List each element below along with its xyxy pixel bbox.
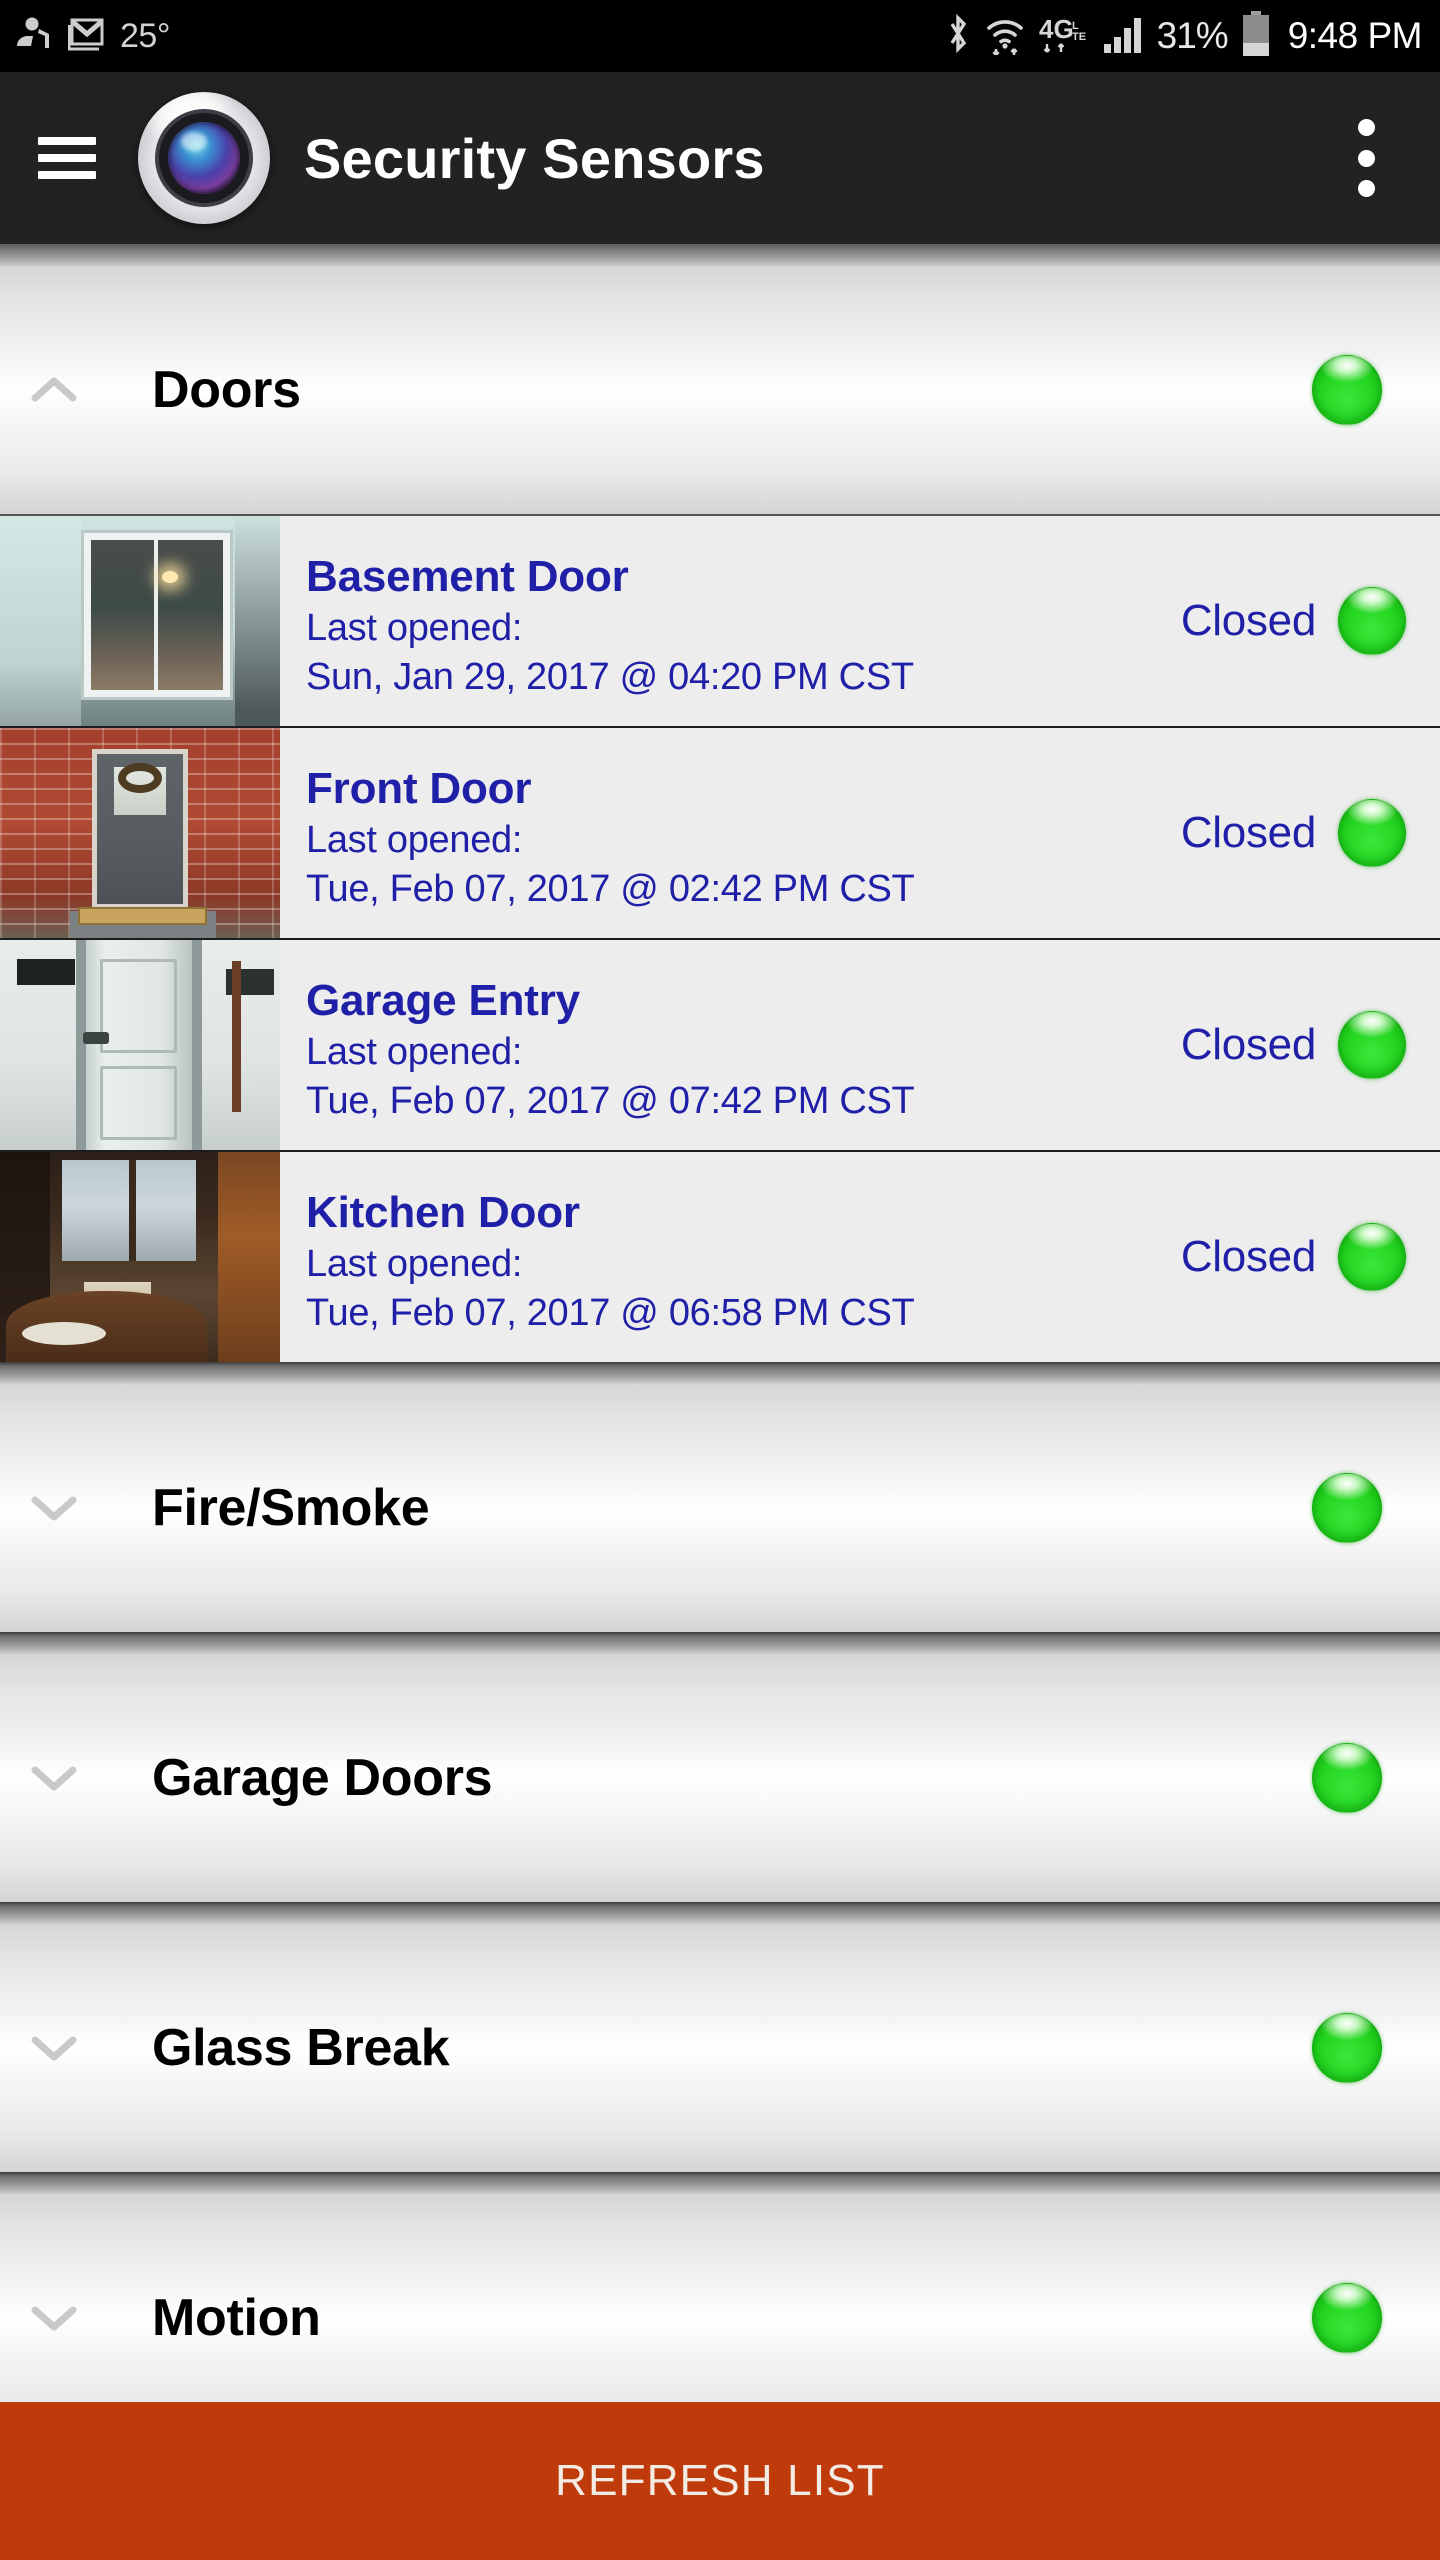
more-vertical-icon[interactable] <box>1338 113 1394 203</box>
status-badge <box>1338 587 1406 655</box>
last-opened-time: Tue, Feb 07, 2017 @ 06:58 PM CST <box>306 1292 915 1335</box>
sensor-name: Basement Door <box>306 551 629 601</box>
list-top-edge <box>0 244 1440 266</box>
section-header-garage-doors[interactable]: Garage Doors <box>0 1654 1440 1902</box>
sensor-rows-doors: Basement Door Last opened: Sun, Jan 29, … <box>0 514 1440 1362</box>
wifi-icon <box>984 13 1026 60</box>
section-title: Motion <box>152 2289 321 2347</box>
bluetooth-icon <box>945 13 971 60</box>
svg-text:4G: 4G <box>1039 14 1074 44</box>
status-badge <box>1338 1223 1406 1291</box>
sensor-info: Front Door Last opened: Tue, Feb 07, 201… <box>280 728 1171 938</box>
last-opened-time: Tue, Feb 07, 2017 @ 02:42 PM CST <box>306 868 915 911</box>
last-opened-label: Last opened: <box>306 606 523 649</box>
status-badge <box>1312 1473 1382 1543</box>
baby-monitor-icon <box>14 17 54 56</box>
sensor-info: Basement Door Last opened: Sun, Jan 29, … <box>280 516 1171 726</box>
section-divider <box>0 1632 1440 1654</box>
status-badge <box>1338 1011 1406 1079</box>
section-divider <box>0 2172 1440 2194</box>
last-opened-label: Last opened: <box>306 1030 523 1073</box>
status-label: Closed <box>1180 1232 1316 1281</box>
chevron-down-icon <box>0 2303 108 2333</box>
sensor-status: Closed <box>1170 728 1440 938</box>
section-header-glass-break[interactable]: Glass Break <box>0 1924 1440 2172</box>
last-opened-time: Tue, Feb 07, 2017 @ 07:42 PM CST <box>306 1080 915 1123</box>
section-divider <box>0 1902 1440 1924</box>
sensor-status: Closed <box>1170 1152 1440 1362</box>
section-header-doors[interactable]: Doors <box>0 266 1440 514</box>
last-opened-time: Sun, Jan 29, 2017 @ 04:20 PM CST <box>306 656 914 699</box>
chevron-down-icon <box>0 1763 108 1793</box>
sensor-name: Front Door <box>306 763 532 813</box>
app-bar: Security Sensors <box>0 72 1440 244</box>
section-header-fire-smoke[interactable]: Fire/Smoke <box>0 1384 1440 1632</box>
status-bar-right: 4G L TE 31% 9:48 PM <box>945 10 1423 62</box>
status-bar-temperature: 25° <box>120 16 170 55</box>
basement-door-camera-thumbnail[interactable] <box>0 516 280 726</box>
status-label: Closed <box>1180 1020 1316 1069</box>
sensor-section-list[interactable]: Doors Basement Door Last opened: Sun, Ja… <box>0 244 1440 2560</box>
battery-percent-label: 31% <box>1156 15 1229 56</box>
4g-lte-icon: 4G L TE <box>1039 13 1089 60</box>
chevron-down-icon <box>0 1493 108 1523</box>
page-title: Security Sensors <box>304 126 765 190</box>
status-bar-left: 25° <box>14 17 170 56</box>
kitchen-door-camera-thumbnail[interactable] <box>0 1152 280 1362</box>
status-badge <box>1312 2013 1382 2083</box>
status-label: Closed <box>1180 596 1316 645</box>
sensor-name: Kitchen Door <box>306 1187 580 1237</box>
table-row[interactable]: Kitchen Door Last opened: Tue, Feb 07, 2… <box>0 1150 1440 1362</box>
garage-entry-camera-thumbnail[interactable] <box>0 940 280 1150</box>
section-title: Garage Doors <box>152 1749 493 1807</box>
status-bar: 25° 4G L TE 31% 9:48 PM <box>0 0 1440 72</box>
front-door-camera-thumbnail[interactable] <box>0 728 280 938</box>
section-divider <box>0 1362 1440 1384</box>
gmail-icon <box>67 17 106 56</box>
chevron-up-icon <box>0 375 108 405</box>
refresh-list-button[interactable]: REFRESH LIST <box>0 2402 1440 2560</box>
last-opened-label: Last opened: <box>306 1242 523 1285</box>
section-doors: Doors Basement Door Last opened: Sun, Ja… <box>0 266 1440 1362</box>
camera-lens-icon <box>138 92 270 224</box>
section-title: Fire/Smoke <box>152 1479 430 1537</box>
sensor-info: Kitchen Door Last opened: Tue, Feb 07, 2… <box>280 1152 1171 1362</box>
section-title: Doors <box>152 361 301 419</box>
status-badge <box>1312 1743 1382 1813</box>
section-title: Glass Break <box>152 2019 450 2077</box>
chevron-down-icon <box>0 2033 108 2063</box>
hamburger-menu-icon[interactable] <box>38 137 96 179</box>
sensor-status: Closed <box>1170 940 1440 1150</box>
cellular-signal-icon <box>1102 14 1144 59</box>
status-badge <box>1338 799 1406 867</box>
sensor-name: Garage Entry <box>306 975 580 1025</box>
clock-label: 9:48 PM <box>1287 15 1423 56</box>
svg-text:TE: TE <box>1072 31 1086 43</box>
app-screen: 25° 4G L TE 31% 9:48 PM Security Sensors… <box>0 0 1440 2560</box>
battery-icon <box>1241 10 1271 62</box>
last-opened-label: Last opened: <box>306 818 523 861</box>
table-row[interactable]: Garage Entry Last opened: Tue, Feb 07, 2… <box>0 938 1440 1150</box>
status-label: Closed <box>1180 808 1316 857</box>
status-badge <box>1312 355 1382 425</box>
sensor-info: Garage Entry Last opened: Tue, Feb 07, 2… <box>280 940 1171 1150</box>
sensor-status: Closed <box>1170 516 1440 726</box>
table-row[interactable]: Basement Door Last opened: Sun, Jan 29, … <box>0 514 1440 726</box>
status-badge <box>1312 2283 1382 2353</box>
table-row[interactable]: Front Door Last opened: Tue, Feb 07, 201… <box>0 726 1440 938</box>
